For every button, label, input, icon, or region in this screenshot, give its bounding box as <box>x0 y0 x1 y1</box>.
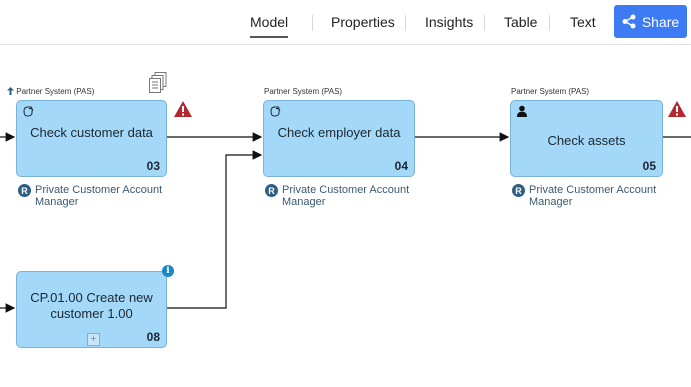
info-icon[interactable]: i <box>162 265 174 277</box>
tab-model[interactable]: Model <box>250 14 289 38</box>
task-check-assets[interactable]: Check assets 05 <box>510 100 663 177</box>
task-number: 08 <box>146 330 160 344</box>
task-create-new-customer[interactable]: CP.01.00 Create new customer 1.00 + 08 <box>16 271 167 348</box>
arrow-up-icon <box>7 87 14 95</box>
task-title: Check assets <box>547 133 626 148</box>
tab-text[interactable]: Text <box>570 14 596 30</box>
tab-table[interactable]: Table <box>504 14 537 30</box>
role-badge: R <box>512 184 525 197</box>
system-label: Partner System (PAS) <box>7 87 94 96</box>
task-number: 03 <box>146 159 160 173</box>
role-assignment[interactable]: R Private Customer Account Manager <box>18 184 178 208</box>
role-badge: R <box>265 184 278 197</box>
top-bar: Model Properties Insights Table Text Sha… <box>0 0 691 45</box>
task-check-customer-data[interactable]: Check customer data 03 <box>16 100 167 177</box>
diagram-canvas: Partner System (PAS) Check customer data… <box>0 45 691 387</box>
documents-icon[interactable] <box>149 72 167 94</box>
task-title: Check employer data <box>277 125 401 140</box>
warning-icon[interactable] <box>667 100 687 118</box>
system-label: Partner System (PAS) <box>264 87 343 96</box>
tab-insights[interactable]: Insights <box>425 14 473 30</box>
hand-icon <box>270 106 281 117</box>
role-label: Private Customer Account Manager <box>282 184 410 208</box>
share-button[interactable]: Share <box>614 5 687 38</box>
tab-properties[interactable]: Properties <box>331 14 395 30</box>
share-button-label: Share <box>641 13 680 30</box>
tab-divider <box>549 15 550 31</box>
task-title: CP.01.00 Create new customer 1.00 <box>30 290 153 321</box>
task-number: 05 <box>642 159 656 173</box>
tab-divider <box>405 15 406 31</box>
role-label: Private Customer Account Manager <box>35 184 163 208</box>
task-check-employer-data[interactable]: Check employer data 04 <box>263 100 415 177</box>
warning-icon[interactable] <box>173 100 193 118</box>
role-assignment[interactable]: R Private Customer Account Manager <box>265 184 425 208</box>
tab-divider <box>312 15 313 31</box>
system-label: Partner System (PAS) <box>511 87 590 96</box>
role-badge: R <box>18 184 31 197</box>
hand-icon <box>23 106 34 117</box>
tab-divider <box>484 15 485 31</box>
role-assignment[interactable]: R Private Customer Account Manager <box>512 184 677 208</box>
connector-08-04 <box>167 150 263 309</box>
task-title: Check customer data <box>30 125 153 140</box>
task-number: 04 <box>394 159 408 173</box>
expand-subprocess-icon[interactable]: + <box>87 333 100 346</box>
role-label: Private Customer Account Manager <box>529 184 657 208</box>
share-icon <box>622 14 636 29</box>
user-icon <box>517 105 527 117</box>
